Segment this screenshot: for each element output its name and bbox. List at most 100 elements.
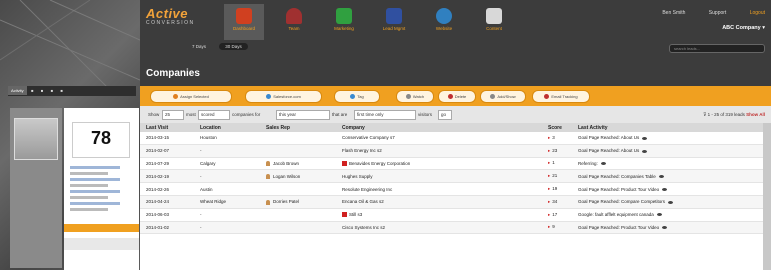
table-row[interactable]: 2014-04-24 Wheat Ridge Dorries Patel Encana…	[140, 195, 771, 209]
cell-company[interactable]: Benavides Energy Corporation	[336, 157, 542, 171]
most-select[interactable]: scored	[198, 110, 230, 120]
chevron-down-icon: ▾	[762, 25, 765, 31]
col-location[interactable]: Location	[194, 123, 260, 132]
table-row[interactable]: 2014-02-19- Logan Wilson Hughes Supply ▸ 21 G…	[140, 169, 771, 184]
score-arrow-icon: ▸	[548, 160, 551, 166]
table-row[interactable]: 2014-01-02- Cisco Systems Inc s2 ▸ 9 Goal Pa…	[140, 221, 771, 235]
delete-button[interactable]: Delete	[438, 90, 476, 103]
cell-last-activity: Google: fault afflelt equipment canada	[572, 208, 771, 222]
eye-icon[interactable]	[662, 187, 668, 191]
cell-last-visit: 2014-01-02	[140, 221, 194, 235]
assign-icon	[173, 94, 179, 100]
user-bar: Ben Smith Support Logout	[640, 10, 765, 16]
table-row[interactable]: 2014-03-15 Houston Conservative Company s7…	[140, 132, 771, 145]
tab-30-days[interactable]: 30 Days	[219, 43, 248, 50]
book-icon	[386, 8, 402, 24]
col-company[interactable]: Company	[336, 123, 542, 132]
nav-team[interactable]: Team	[274, 4, 314, 40]
eye-icon[interactable]	[658, 175, 664, 179]
scrollbar[interactable]	[763, 123, 771, 270]
col-last-visit[interactable]: Last Visit	[140, 123, 194, 132]
cell-sales-rep[interactable]: Logan Wilson	[260, 169, 336, 184]
cell-sales-rep[interactable]	[260, 132, 336, 145]
user-name[interactable]: Ben Smith	[662, 10, 685, 16]
assign-selected-button[interactable]: Assign Selected	[150, 90, 232, 103]
cell-company[interactable]: Flash Energy Inc s2	[336, 144, 542, 158]
table-row[interactable]: 2014-02-07- Flash Energy Inc s2 ▸ 23 Goal Pa…	[140, 144, 771, 158]
logout-link[interactable]: Logout	[750, 10, 765, 16]
add-icon	[490, 94, 496, 100]
cell-last-visit: 2014-04-24	[140, 195, 194, 209]
nav-marketing[interactable]: Marketing	[324, 4, 364, 40]
eye-icon[interactable]	[600, 162, 606, 166]
cell-sales-rep[interactable]	[260, 144, 336, 158]
mini-thumbnail	[14, 118, 58, 160]
cell-score: ▸ 34	[542, 195, 572, 209]
eye-icon[interactable]	[656, 213, 662, 217]
app-window: Active CONVERSION Dashboard Team Marketi…	[140, 0, 771, 270]
mini-tab-icon-4[interactable]: ■	[58, 86, 66, 95]
table-body: 2014-03-15 Houston Conservative Company s7…	[140, 132, 771, 235]
search-input[interactable]: search leads...	[669, 44, 765, 53]
table-row[interactable]: 2014-02-26 Austin Resolute Engineering Inc…	[140, 182, 771, 196]
cell-sales-rep[interactable]	[260, 221, 336, 235]
table-row[interactable]: 2014-07-29 Calgary Jacob Brown Benavides En…	[140, 157, 771, 171]
col-last-activity[interactable]: Last Activity	[572, 123, 771, 132]
period-select[interactable]: this year	[276, 110, 330, 120]
that-are-label: that are	[332, 112, 348, 117]
cell-company[interactable]: Cisco Systems Inc s2	[336, 221, 542, 235]
eye-icon[interactable]	[642, 136, 648, 140]
cell-location: -	[194, 208, 260, 222]
add-show-button[interactable]: Add/Show	[480, 90, 526, 103]
mini-tab-icon-2[interactable]: ■	[38, 86, 46, 95]
mini-tab-icon-1[interactable]: ■	[28, 86, 36, 95]
salesforce-button[interactable]: Salesforce.com	[245, 90, 322, 103]
nav-content[interactable]: Content	[474, 4, 514, 40]
eye-icon[interactable]	[662, 226, 668, 230]
cell-location: -	[194, 144, 260, 158]
page-title: Companies	[146, 68, 200, 79]
email-tracking-button[interactable]: Email Tracking	[532, 90, 590, 103]
cell-sales-rep[interactable]	[260, 182, 336, 196]
eye-icon[interactable]	[668, 200, 674, 204]
go-button[interactable]: go	[438, 110, 452, 120]
nav-dashboard[interactable]: Dashboard	[224, 4, 264, 40]
cell-sales-rep[interactable]: Jacob Brown	[260, 157, 336, 171]
visitor-type-select[interactable]: first time only	[354, 110, 416, 120]
eye-icon[interactable]	[642, 149, 648, 153]
col-sales-rep[interactable]: Sales Rep	[260, 123, 336, 132]
most-label: most	[186, 112, 196, 117]
mini-tab-icon-3[interactable]: ■	[48, 86, 56, 95]
nav-label: Lead Mgmt	[382, 26, 406, 31]
table-row[interactable]: 2014-06-03- Still s3 ▸ 17 Google: fault affl…	[140, 208, 771, 222]
show-all-link[interactable]: Show All	[746, 112, 765, 117]
nav-lead-mgmt[interactable]: Lead Mgmt	[374, 4, 414, 40]
person-icon	[266, 173, 270, 179]
tab-7-days[interactable]: 7 Days	[186, 43, 212, 50]
cell-company[interactable]: Resolute Engineering Inc	[336, 182, 542, 196]
cell-score: ▸ 1	[542, 157, 572, 171]
mini-tab-activity[interactable]: Activity	[8, 86, 27, 95]
cell-sales-rep[interactable]: Dorries Patel	[260, 195, 336, 209]
cell-last-activity: Goal Page Reached: About Us	[572, 144, 771, 158]
show-label: Show	[148, 112, 160, 117]
cell-company[interactable]: Encana Oil & Gas s2	[336, 195, 542, 209]
cell-last-activity: Goal Page Reached: Compare Competitors	[572, 195, 771, 209]
cell-company[interactable]: Conservative Company s7	[336, 132, 542, 145]
tag-button[interactable]: Tag	[334, 90, 380, 103]
action-toolbar: Assign Selected Salesforce.com Tag Watch…	[140, 86, 771, 106]
cell-sales-rep[interactable]	[260, 208, 336, 222]
filter-bar: Show 25 most scored companies for this y…	[140, 106, 771, 123]
company-selector[interactable]: ABC Company ▾	[722, 25, 765, 31]
score-arrow-icon: ▸	[548, 186, 551, 192]
nav-website[interactable]: Website	[424, 4, 464, 40]
show-count-select[interactable]: 25	[162, 110, 184, 120]
support-link[interactable]: Support	[709, 10, 727, 16]
watch-button[interactable]: Watch	[396, 90, 434, 103]
cell-company[interactable]: Hughes Supply	[336, 169, 542, 184]
logo[interactable]: Active CONVERSION	[146, 7, 216, 26]
cell-company[interactable]: Still s3	[336, 208, 542, 222]
globe-icon	[436, 8, 452, 24]
companies-for-label: companies for	[232, 112, 261, 117]
col-score[interactable]: Score	[542, 123, 572, 132]
